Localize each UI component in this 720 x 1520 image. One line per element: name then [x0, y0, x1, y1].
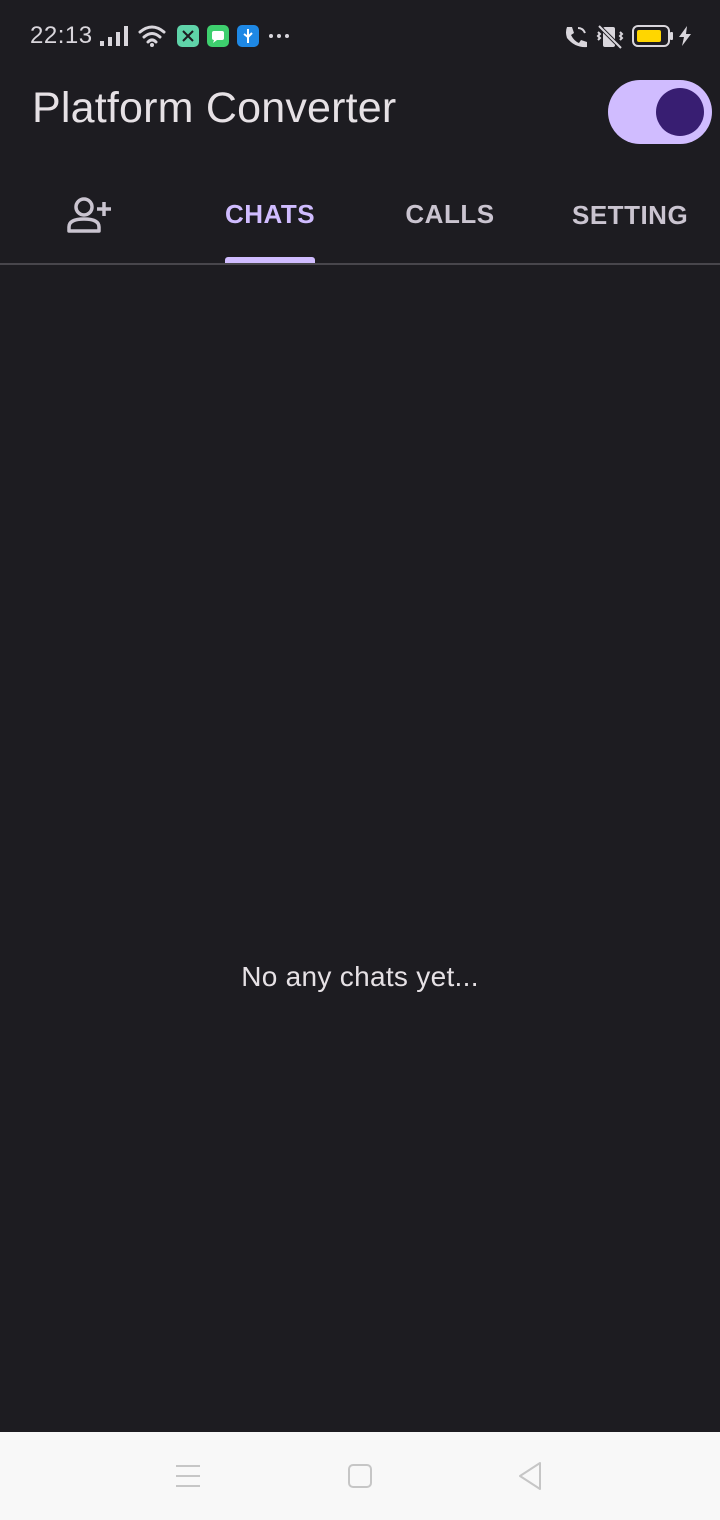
system-nav-bar	[0, 1432, 720, 1520]
app-notification-icon	[177, 25, 199, 47]
message-icon	[207, 25, 229, 47]
signal-icon	[100, 26, 128, 46]
vibrate-icon	[596, 24, 624, 50]
theme-toggle[interactable]	[608, 80, 712, 144]
battery-icon	[632, 25, 673, 47]
tab-bar: CHATS CALLS SETTING	[0, 166, 720, 265]
wifi-icon	[138, 25, 166, 47]
tab-add-contact[interactable]	[0, 166, 180, 263]
status-time: 22:13	[30, 22, 93, 49]
tab-calls-label: CALLS	[405, 199, 495, 229]
tab-calls[interactable]: CALLS	[360, 166, 540, 263]
screen: 22:13 Platform Converter CHATS CALLS SET…	[0, 0, 720, 1520]
tab-chats[interactable]: CHATS	[180, 166, 360, 263]
back-icon[interactable]	[508, 1454, 552, 1498]
tab-chats-label: CHATS	[224, 199, 316, 229]
app-title: Platform Converter	[32, 84, 397, 132]
more-icon	[269, 34, 289, 38]
active-tab-indicator	[225, 257, 315, 263]
tab-setting-label: SETTING	[572, 200, 689, 230]
add-person-icon	[67, 196, 111, 233]
toggle-thumb	[656, 88, 704, 136]
empty-chats-message: No any chats yet...	[241, 961, 479, 992]
menu-icon[interactable]	[166, 1454, 210, 1498]
status-bar: 22:13	[0, 0, 720, 72]
wifi-calling-icon	[566, 27, 587, 48]
charging-icon	[679, 26, 691, 46]
usb-icon	[237, 25, 259, 47]
home-icon[interactable]	[338, 1454, 382, 1498]
tab-setting[interactable]: SETTING	[540, 166, 720, 263]
